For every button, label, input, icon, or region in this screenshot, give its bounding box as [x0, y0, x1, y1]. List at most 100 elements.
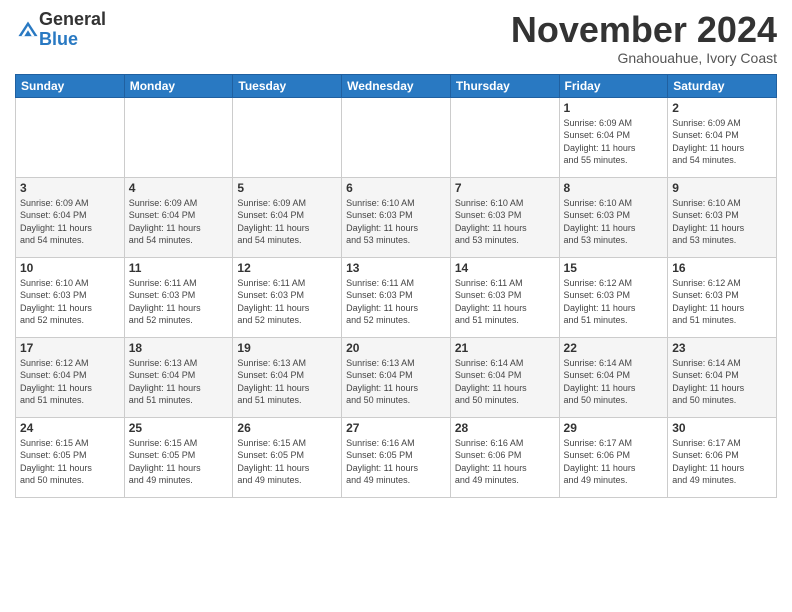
day-number: 22 — [564, 341, 664, 355]
table-row: 3 Sunrise: 6:09 AM Sunset: 6:04 PM Daylig… — [16, 177, 125, 257]
day-number: 17 — [20, 341, 120, 355]
day-number: 19 — [237, 341, 337, 355]
day-number: 21 — [455, 341, 555, 355]
table-row: 21Sunrise: 6:14 AM Sunset: 6:04 PM Dayli… — [450, 337, 559, 417]
table-row: 27Sunrise: 6:16 AM Sunset: 6:05 PM Dayli… — [342, 417, 451, 497]
day-info: Sunrise: 6:09 AM Sunset: 6:04 PM Dayligh… — [672, 117, 772, 167]
table-row: 12 Sunrise: 6:11 AM Sunset: 6:03 PM Dayli… — [233, 257, 342, 337]
table-row: 14 Sunrise: 6:11 AM Sunset: 6:03 PM Dayli… — [450, 257, 559, 337]
table-row: 11Sunrise: 6:11 AM Sunset: 6:03 PM Dayli… — [124, 257, 233, 337]
day-info: Sunrise: 6:11 AM Sunset: 6:03 PM Dayligh… — [129, 277, 229, 327]
week-row-4: 17 Sunrise: 6:12 AM Sunset: 6:04 PM Dayli… — [16, 337, 777, 417]
table-row: 8 Sunrise: 6:10 AM Sunset: 6:03 PM Daylig… — [559, 177, 668, 257]
table-row: 7Sunrise: 6:10 AM Sunset: 6:03 PM Daylig… — [450, 177, 559, 257]
day-number: 16 — [672, 261, 772, 275]
table-row: 23 Sunrise: 6:14 AM Sunset: 6:04 PM Dayli… — [668, 337, 777, 417]
day-info: Sunrise: 6:12 AM Sunset: 6:04 PM Dayligh… — [20, 357, 120, 407]
col-monday: Monday — [124, 74, 233, 97]
logo-blue-text: Blue — [39, 30, 106, 50]
day-info: Sunrise: 6:09 AM Sunset: 6:04 PM Dayligh… — [20, 197, 120, 247]
day-info: Sunrise: 6:10 AM Sunset: 6:03 PM Dayligh… — [20, 277, 120, 327]
page: General Blue November 2024 Gnahouahue, I… — [0, 0, 792, 508]
table-row: 5 Sunrise: 6:09 AM Sunset: 6:04 PM Daylig… — [233, 177, 342, 257]
day-number: 10 — [20, 261, 120, 275]
week-row-2: 3 Sunrise: 6:09 AM Sunset: 6:04 PM Daylig… — [16, 177, 777, 257]
day-info: Sunrise: 6:17 AM Sunset: 6:06 PM Dayligh… — [564, 437, 664, 487]
logo-general-text: General — [39, 10, 106, 30]
day-number: 13 — [346, 261, 446, 275]
day-number: 28 — [455, 421, 555, 435]
col-sunday: Sunday — [16, 74, 125, 97]
day-number: 20 — [346, 341, 446, 355]
day-info: Sunrise: 6:12 AM Sunset: 6:03 PM Dayligh… — [672, 277, 772, 327]
table-row: 4 Sunrise: 6:09 AM Sunset: 6:04 PM Daylig… — [124, 177, 233, 257]
day-info: Sunrise: 6:13 AM Sunset: 6:04 PM Dayligh… — [346, 357, 446, 407]
table-row: 15Sunrise: 6:12 AM Sunset: 6:03 PM Dayli… — [559, 257, 668, 337]
day-info: Sunrise: 6:17 AM Sunset: 6:06 PM Dayligh… — [672, 437, 772, 487]
day-number: 30 — [672, 421, 772, 435]
table-row: 29 Sunrise: 6:17 AM Sunset: 6:06 PM Dayli… — [559, 417, 668, 497]
table-row: 1 Sunrise: 6:09 AM Sunset: 6:04 PM Daylig… — [559, 97, 668, 177]
location: Gnahouahue, Ivory Coast — [511, 50, 777, 66]
day-info: Sunrise: 6:10 AM Sunset: 6:03 PM Dayligh… — [564, 197, 664, 247]
table-row: 19 Sunrise: 6:13 AM Sunset: 6:04 PM Dayli… — [233, 337, 342, 417]
day-info: Sunrise: 6:11 AM Sunset: 6:03 PM Dayligh… — [455, 277, 555, 327]
day-number: 18 — [129, 341, 229, 355]
day-info: Sunrise: 6:15 AM Sunset: 6:05 PM Dayligh… — [20, 437, 120, 487]
day-info: Sunrise: 6:12 AM Sunset: 6:03 PM Dayligh… — [564, 277, 664, 327]
day-info: Sunrise: 6:11 AM Sunset: 6:03 PM Dayligh… — [237, 277, 337, 327]
table-row: 30 Sunrise: 6:17 AM Sunset: 6:06 PM Dayli… — [668, 417, 777, 497]
col-wednesday: Wednesday — [342, 74, 451, 97]
logo-text: General Blue — [39, 10, 106, 50]
day-number: 29 — [564, 421, 664, 435]
day-number: 5 — [237, 181, 337, 195]
day-info: Sunrise: 6:14 AM Sunset: 6:04 PM Dayligh… — [564, 357, 664, 407]
day-number: 23 — [672, 341, 772, 355]
table-row: 24 Sunrise: 6:15 AM Sunset: 6:05 PM Dayli… — [16, 417, 125, 497]
month-title: November 2024 — [511, 10, 777, 50]
day-info: Sunrise: 6:10 AM Sunset: 6:03 PM Dayligh… — [346, 197, 446, 247]
day-number: 3 — [20, 181, 120, 195]
day-info: Sunrise: 6:09 AM Sunset: 6:04 PM Dayligh… — [129, 197, 229, 247]
day-number: 1 — [564, 101, 664, 115]
logo: General Blue — [15, 10, 106, 50]
week-row-1: 1 Sunrise: 6:09 AM Sunset: 6:04 PM Daylig… — [16, 97, 777, 177]
table-row: 18 Sunrise: 6:13 AM Sunset: 6:04 PM Dayli… — [124, 337, 233, 417]
day-info: Sunrise: 6:13 AM Sunset: 6:04 PM Dayligh… — [129, 357, 229, 407]
day-number: 27 — [346, 421, 446, 435]
week-row-3: 10 Sunrise: 6:10 AM Sunset: 6:03 PM Dayli… — [16, 257, 777, 337]
col-tuesday: Tuesday — [233, 74, 342, 97]
table-row: 26Sunrise: 6:15 AM Sunset: 6:05 PM Dayli… — [233, 417, 342, 497]
day-info: Sunrise: 6:15 AM Sunset: 6:05 PM Dayligh… — [129, 437, 229, 487]
day-number: 24 — [20, 421, 120, 435]
day-number: 7 — [455, 181, 555, 195]
title-block: November 2024 Gnahouahue, Ivory Coast — [511, 10, 777, 66]
day-info: Sunrise: 6:13 AM Sunset: 6:04 PM Dayligh… — [237, 357, 337, 407]
table-row: 16 Sunrise: 6:12 AM Sunset: 6:03 PM Dayli… — [668, 257, 777, 337]
table-row: 25 Sunrise: 6:15 AM Sunset: 6:05 PM Dayli… — [124, 417, 233, 497]
logo-icon — [17, 20, 39, 42]
table-row: 2 Sunrise: 6:09 AM Sunset: 6:04 PM Daylig… — [668, 97, 777, 177]
day-number: 25 — [129, 421, 229, 435]
day-number: 4 — [129, 181, 229, 195]
day-number: 12 — [237, 261, 337, 275]
col-friday: Friday — [559, 74, 668, 97]
day-info: Sunrise: 6:09 AM Sunset: 6:04 PM Dayligh… — [237, 197, 337, 247]
table-row: 10 Sunrise: 6:10 AM Sunset: 6:03 PM Dayli… — [16, 257, 125, 337]
day-info: Sunrise: 6:11 AM Sunset: 6:03 PM Dayligh… — [346, 277, 446, 327]
day-info: Sunrise: 6:14 AM Sunset: 6:04 PM Dayligh… — [672, 357, 772, 407]
day-number: 2 — [672, 101, 772, 115]
table-row: 22 Sunrise: 6:14 AM Sunset: 6:04 PM Dayli… — [559, 337, 668, 417]
table-row: 13 Sunrise: 6:11 AM Sunset: 6:03 PM Dayli… — [342, 257, 451, 337]
table-row — [124, 97, 233, 177]
table-row — [16, 97, 125, 177]
table-row — [342, 97, 451, 177]
table-row: 20 Sunrise: 6:13 AM Sunset: 6:04 PM Dayli… — [342, 337, 451, 417]
day-number: 14 — [455, 261, 555, 275]
week-row-5: 24 Sunrise: 6:15 AM Sunset: 6:05 PM Dayli… — [16, 417, 777, 497]
day-info: Sunrise: 6:10 AM Sunset: 6:03 PM Dayligh… — [672, 197, 772, 247]
day-number: 8 — [564, 181, 664, 195]
table-row: 28Sunrise: 6:16 AM Sunset: 6:06 PM Dayli… — [450, 417, 559, 497]
day-number: 9 — [672, 181, 772, 195]
day-info: Sunrise: 6:09 AM Sunset: 6:04 PM Dayligh… — [564, 117, 664, 167]
